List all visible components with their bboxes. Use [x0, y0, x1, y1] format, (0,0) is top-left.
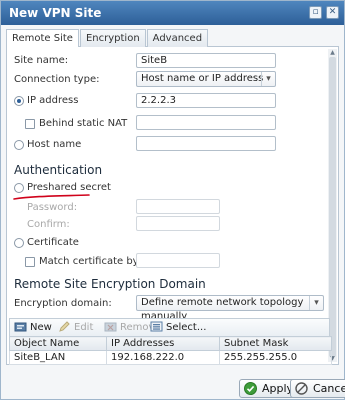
title-bar[interactable]: New VPN Site ▫ ✕ — [1, 1, 344, 25]
table-cell-object-name: SiteB_LAN — [9, 350, 107, 365]
match-dn-input[interactable] — [136, 253, 220, 268]
ip-address-radio[interactable] — [14, 96, 24, 106]
encryption-domain-heading: Remote Site Encryption Domain — [14, 277, 206, 291]
restore-icon[interactable]: ▫ — [309, 6, 322, 19]
close-icon[interactable]: ✕ — [326, 6, 339, 19]
edit-button[interactable]: Edit — [58, 320, 93, 335]
ip-address-input[interactable]: 2.2.2.3 — [136, 93, 276, 108]
encryption-domain-table: Object Name IP Addresses Subnet Mask Sit… — [9, 336, 332, 365]
behind-nat-checkbox[interactable] — [25, 119, 35, 129]
window-title: New VPN Site — [9, 6, 102, 20]
column-header-ip-addresses[interactable]: IP Addresses — [106, 336, 220, 351]
tab-encryption[interactable]: Encryption — [79, 29, 146, 47]
connection-type-select[interactable]: Host name or IP address ▾ — [136, 71, 276, 87]
confirm-input[interactable] — [136, 216, 220, 231]
connection-type-label: Connection type: — [14, 74, 100, 85]
red-underline-annotation — [13, 194, 90, 200]
encryption-domain-select[interactable]: Define remote network topology manually … — [136, 295, 324, 322]
cancel-icon — [295, 382, 308, 395]
check-icon — [244, 382, 257, 395]
column-header-subnet-mask[interactable]: Subnet Mask — [219, 336, 332, 351]
edit-label: Edit — [74, 322, 94, 333]
host-name-input[interactable] — [136, 136, 276, 151]
new-object-icon — [14, 322, 27, 332]
nat-address-input[interactable] — [136, 115, 276, 130]
tab-remote-site[interactable]: Remote Site — [6, 29, 79, 48]
behind-nat-label: Behind static NAT — [39, 118, 128, 129]
certificate-label: Certificate — [27, 237, 79, 248]
certificate-radio[interactable] — [14, 238, 24, 248]
ip-address-label: IP address — [27, 95, 79, 106]
table-row[interactable]: SiteB_LAN 192.168.222.0 255.255.255.0 — [9, 350, 332, 365]
table-cell-ip-address: 192.168.222.0 — [106, 350, 220, 365]
chevron-down-icon[interactable]: ▾ — [261, 72, 275, 86]
site-name-input[interactable]: SiteB — [136, 53, 276, 68]
host-name-radio[interactable] — [14, 140, 24, 150]
scroll-up-icon[interactable]: ▲ — [328, 49, 337, 56]
column-header-object-name[interactable]: Object Name — [9, 336, 107, 351]
new-button[interactable]: New — [14, 320, 52, 335]
scrollbar[interactable]: ▲ ▼ — [328, 49, 337, 362]
select-objects-icon — [150, 321, 163, 332]
authentication-heading: Authentication — [14, 163, 103, 177]
confirm-label: Confirm: — [27, 219, 70, 230]
chevron-down-icon[interactable]: ▾ — [309, 296, 323, 310]
site-name-label: Site name: — [14, 55, 69, 66]
new-label: New — [30, 322, 52, 333]
match-dn-checkbox[interactable] — [25, 257, 35, 267]
encryption-domain-label: Encryption domain: — [14, 298, 112, 309]
scrollbar-thumb[interactable] — [329, 57, 336, 357]
tab-advanced[interactable]: Advanced — [146, 29, 209, 47]
password-label: Password: — [27, 202, 78, 213]
vpn-site-dialog: New VPN Site ▫ ✕ Remote Site Encryption Ad… — [0, 0, 345, 400]
password-input[interactable] — [136, 199, 220, 214]
tab-bar: Remote Site Encryption Advanced — [6, 28, 339, 48]
table-cell-subnet-mask: 255.255.255.0 — [219, 350, 332, 365]
cancel-button[interactable]: Cancel — [290, 379, 345, 398]
pencil-icon — [59, 321, 70, 332]
connection-type-value: Host name or IP address — [141, 73, 264, 84]
cancel-label: Cancel — [313, 382, 345, 395]
remove-icon — [104, 322, 117, 332]
domain-toolbar: New Edit Remove Select... — [9, 318, 330, 337]
apply-label: Apply — [262, 382, 294, 395]
select-button[interactable]: Select... — [150, 320, 206, 335]
table-header-row: Object Name IP Addresses Subnet Mask — [9, 336, 332, 351]
host-name-label: Host name — [27, 139, 82, 150]
select-label: Select... — [166, 322, 207, 333]
